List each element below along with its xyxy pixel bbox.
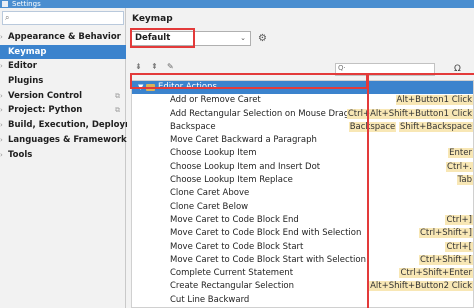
chevron-right-icon[interactable]: › xyxy=(0,133,3,148)
sidebar-item[interactable]: › Languages & Frameworks xyxy=(0,133,132,148)
shortcuts-highlight-box xyxy=(367,73,474,308)
sidebar-item-label: Version Control xyxy=(8,90,83,101)
action-label: Cut Line Backward xyxy=(170,294,250,305)
action-label: Move Caret to Code Block Start with Sele… xyxy=(170,254,366,265)
page-title: Keymap xyxy=(132,14,173,24)
editor-actions-highlight-box xyxy=(130,73,368,89)
sidebar-item[interactable]: › Build, Execution, Deployment xyxy=(0,118,150,133)
sidebar-item-label: Plugins xyxy=(8,76,44,87)
sidebar-item[interactable]: Keymap xyxy=(0,44,126,60)
action-label: Add Rectangular Selection on Mouse Drag xyxy=(170,108,350,119)
chevron-right-icon[interactable]: › xyxy=(0,89,3,104)
sidebar-item[interactable]: Plugins xyxy=(0,74,126,89)
window-titlebar: Settings xyxy=(0,0,474,8)
sidebar-item[interactable]: › Project: Python ⧉ xyxy=(0,103,126,118)
action-label: Move Caret to Code Block End xyxy=(170,214,299,225)
expand-all-icon[interactable]: ⇟ xyxy=(135,62,142,71)
chevron-right-icon[interactable]: › xyxy=(0,59,3,74)
action-label: Move Caret to Code Block End with Select… xyxy=(170,228,362,239)
settings-search-input[interactable]: ⌕ xyxy=(2,11,124,25)
sidebar-item-label: Project: Python xyxy=(8,105,83,116)
sidebar-item-label: Languages & Frameworks xyxy=(8,134,132,145)
sidebar-item[interactable]: › Version Control ⧉ xyxy=(0,89,126,104)
action-label: Clone Caret Above xyxy=(170,188,250,199)
search-icon: Q· xyxy=(338,64,346,72)
search-icon: ⌕ xyxy=(5,13,10,22)
action-label: Choose Lookup Item xyxy=(170,148,257,159)
action-label: Move Caret to Code Block Start xyxy=(170,241,304,252)
chevron-down-icon: ⌄ xyxy=(240,34,246,42)
project-level-icon: ⧉ xyxy=(115,106,120,115)
action-label: Backspace xyxy=(170,121,216,132)
edit-shortcut-icon[interactable]: ✎ xyxy=(167,62,174,71)
app-icon xyxy=(2,1,8,7)
sidebar-item-label: Keymap xyxy=(8,46,47,57)
settings-sidebar: ⌕ › Appearance & Behavior Keymap › Editor Plu… xyxy=(0,8,150,308)
action-label: Move Caret Backward a Paragraph xyxy=(170,135,317,146)
action-label: Choose Lookup Item and Insert Dot xyxy=(170,161,321,172)
window-title: Settings xyxy=(12,0,41,8)
project-level-icon: ⧉ xyxy=(115,91,120,100)
action-label: Complete Current Statement xyxy=(170,268,294,279)
sidebar-item-label: Tools xyxy=(8,149,33,160)
chevron-right-icon[interactable]: › xyxy=(0,103,3,118)
gear-icon[interactable]: ⚙ xyxy=(258,33,267,44)
sidebar-item[interactable]: › Editor xyxy=(0,59,126,74)
sidebar-item-label: Editor xyxy=(8,61,37,72)
action-label: Clone Caret Below xyxy=(170,201,249,212)
collapse-all-icon[interactable]: ⇞ xyxy=(151,62,158,71)
chevron-right-icon[interactable]: › xyxy=(0,118,3,133)
chevron-right-icon[interactable]: › xyxy=(0,30,3,45)
chevron-right-icon[interactable]: › xyxy=(0,148,3,163)
action-label: Add or Remove Caret xyxy=(170,95,261,106)
action-label: Choose Lookup Item Replace xyxy=(170,175,293,186)
sidebar-item[interactable]: › Tools xyxy=(0,148,126,163)
settings-nav: › Appearance & Behavior Keymap › Editor Plugi… xyxy=(0,30,150,163)
sidebar-item[interactable]: › Appearance & Behavior xyxy=(0,30,126,45)
action-label: Create Rectangular Selection xyxy=(170,281,295,292)
sidebar-item-label: Appearance & Behavior xyxy=(8,32,121,42)
scheme-highlight-box xyxy=(130,28,195,48)
